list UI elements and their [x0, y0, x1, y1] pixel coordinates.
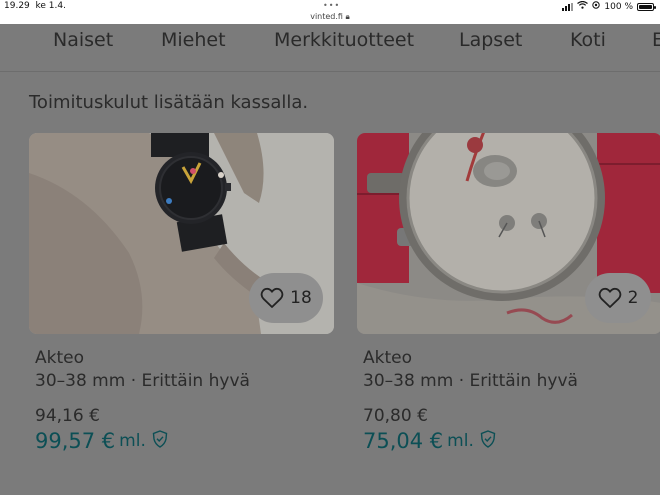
listing-total-price: 99,57 € ml.	[35, 429, 168, 453]
total-price-value: 99,57 €	[35, 429, 116, 453]
heart-icon	[260, 287, 284, 309]
window-handle-icon[interactable]: •••	[323, 1, 340, 10]
listing-card[interactable]: 2 Akteo 30–38 mm · Erittäin hyvä 70,80 €…	[357, 133, 660, 453]
wifi-icon	[577, 0, 589, 12]
listing-brand: Akteo	[363, 348, 412, 368]
lock-icon: 🔒︎	[345, 12, 350, 21]
favourite-button[interactable]: 2	[585, 273, 651, 323]
favourite-button[interactable]: 18	[249, 273, 323, 323]
favourite-count: 18	[290, 288, 312, 308]
address-bar[interactable]: vinted.fi 🔒︎	[0, 12, 660, 22]
status-indicators: 100 %	[562, 0, 656, 12]
shipping-notice: Toimituskulut lisätään kassalla.	[29, 92, 309, 113]
nav-item-koti[interactable]: Koti	[570, 29, 606, 51]
nav-item-more[interactable]: E	[652, 29, 660, 51]
location-icon	[592, 1, 601, 12]
total-price-suffix: ml.	[447, 431, 474, 451]
listing-image-black-watch[interactable]: 18	[29, 133, 334, 334]
nav-item-merkkituotteet[interactable]: Merkkituotteet	[274, 29, 414, 51]
listing-price: 70,80 €	[363, 406, 428, 426]
listing-details: 30–38 mm · Erittäin hyvä	[35, 371, 250, 391]
category-nav: Naiset Miehet Merkkituotteet Lapset Koti…	[0, 24, 660, 72]
heart-icon	[598, 287, 622, 309]
listing-brand: Akteo	[35, 348, 84, 368]
listing-total-price: 75,04 € ml.	[363, 429, 496, 453]
battery-percent: 100 %	[604, 1, 633, 12]
listing-price: 94,16 €	[35, 406, 100, 426]
buyer-protection-shield-icon[interactable]	[480, 430, 496, 452]
status-time: 19.29 ke 1.4.	[4, 1, 66, 11]
listing-details: 30–38 mm · Erittäin hyvä	[363, 371, 578, 391]
nav-item-naiset[interactable]: Naiset	[53, 29, 113, 51]
url-text: vinted.fi	[310, 12, 343, 21]
listing-image-cat-watch[interactable]: 2	[357, 133, 660, 334]
buyer-protection-shield-icon[interactable]	[152, 430, 168, 452]
total-price-suffix: ml.	[119, 431, 146, 451]
signal-icon	[562, 2, 574, 11]
battery-icon	[637, 2, 656, 11]
nav-item-miehet[interactable]: Miehet	[161, 29, 226, 51]
status-bar: 19.29 ke 1.4. ••• vinted.fi 🔒︎ 100 %	[0, 0, 660, 24]
nav-item-lapset[interactable]: Lapset	[459, 29, 522, 51]
favourite-count: 2	[627, 288, 639, 308]
listing-card[interactable]: 18 Akteo 30–38 mm · Erittäin hyvä 94,16 …	[29, 133, 334, 453]
total-price-value: 75,04 €	[363, 429, 444, 453]
